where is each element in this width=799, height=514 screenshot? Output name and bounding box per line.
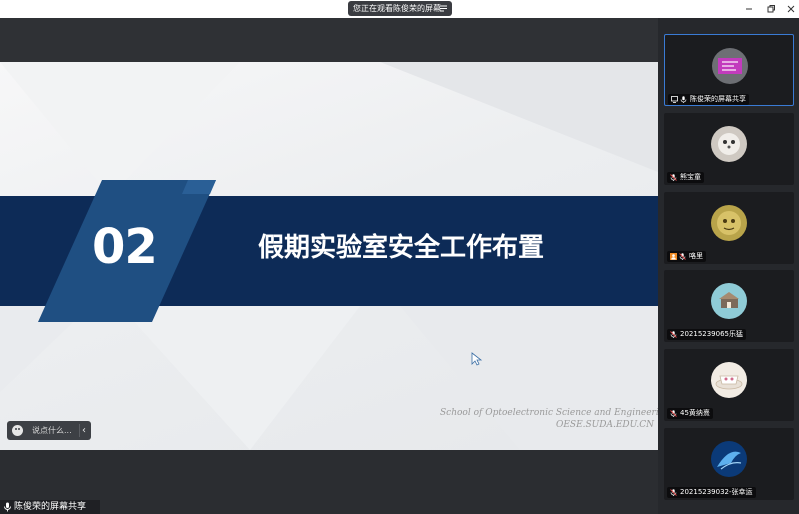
slide-title: 假期实验室安全工作布置 xyxy=(258,233,545,263)
section-number: 02 xyxy=(92,219,158,275)
microphone-muted-icon xyxy=(679,253,686,260)
view-options-icon[interactable] xyxy=(439,4,448,13)
mouse-pointer-icon xyxy=(471,352,483,366)
participant-name-tag: 熊宝童 xyxy=(667,172,704,183)
screen-share-notice[interactable]: 您正在观看陈俊荣的屏幕 xyxy=(348,1,452,16)
presentation-slide: 02 假期实验室安全工作布置 School of Optoelectronic … xyxy=(0,62,658,450)
participant-tile[interactable]: 熊宝童 xyxy=(664,113,794,185)
presenter-name: 陈俊荣的屏幕共享 xyxy=(14,502,87,512)
collapse-chevron-icon[interactable]: ‹ xyxy=(82,421,90,440)
participant-name-tag: 20215239065乐猛 xyxy=(667,329,746,340)
screen-share-icon xyxy=(671,96,678,103)
avatar xyxy=(711,441,747,477)
participant-tile[interactable]: 20215239032-张幸运 xyxy=(664,428,794,500)
participant-tile[interactable]: 20215239065乐猛 xyxy=(664,270,794,342)
title-bar: 您正在观看陈俊荣的屏幕 xyxy=(0,0,799,18)
avatar xyxy=(711,362,747,398)
microphone-muted-icon xyxy=(670,174,677,181)
avatar xyxy=(711,126,747,162)
meeting-window: 您正在观看陈俊荣的屏幕 02 假期实验室安全工作布置 School of Opt… xyxy=(0,0,799,514)
participant-name-tag: 45黄纳熹 xyxy=(667,408,713,419)
participant-tile[interactable]: 45黄纳熹 xyxy=(664,349,794,421)
avatar xyxy=(711,283,747,319)
participant-tile-screen-share[interactable]: 陈俊荣的屏幕共享 xyxy=(664,34,794,106)
restore-icon[interactable] xyxy=(764,2,778,16)
avatar xyxy=(711,205,747,241)
emoji-icon[interactable] xyxy=(12,425,23,436)
microphone-icon xyxy=(4,502,11,512)
school-website: OESE.SUDA.EDU.CN xyxy=(555,420,654,430)
microphone-icon xyxy=(680,96,687,103)
participant-name-tag: 咯里 xyxy=(667,251,706,262)
comment-bar[interactable]: 说点什么... ‹ xyxy=(7,421,91,440)
presenter-label: 陈俊荣的屏幕共享 xyxy=(0,500,100,514)
participant-tile[interactable]: 咯里 xyxy=(664,192,794,264)
share-notice-text: 您正在观看陈俊荣的屏幕 xyxy=(353,4,441,13)
school-name: School of Optoelectronic Science and Eng… xyxy=(440,408,658,418)
comment-divider xyxy=(79,424,80,437)
microphone-muted-icon xyxy=(670,331,677,338)
microphone-muted-icon xyxy=(670,410,677,417)
microphone-muted-icon xyxy=(670,489,677,496)
user-icon xyxy=(670,253,677,260)
participant-name-tag: 陈俊荣的屏幕共享 xyxy=(668,94,749,105)
participant-name-tag: 20215239032-张幸运 xyxy=(667,487,756,498)
minimize-icon[interactable] xyxy=(742,2,756,16)
avatar xyxy=(712,48,748,84)
comment-input[interactable]: 说点什么... xyxy=(32,421,76,440)
close-icon[interactable] xyxy=(784,2,798,16)
